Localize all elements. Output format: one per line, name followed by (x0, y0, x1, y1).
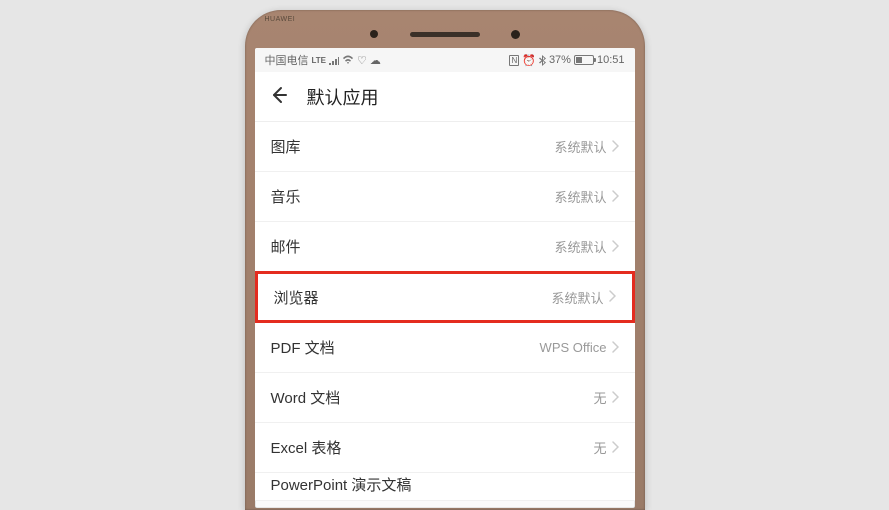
chevron-right-icon (611, 189, 619, 205)
list-item[interactable]: 图库 系统默认 (255, 122, 635, 172)
item-label: PDF 文档 (271, 337, 335, 358)
clock: 10:51 (597, 54, 625, 66)
alarm-icon: ⏰ (522, 54, 536, 67)
wifi-icon (342, 55, 354, 65)
item-value: 系统默认 (554, 187, 606, 206)
item-value-wrap: 系统默认 (554, 137, 618, 156)
item-value-wrap: 无 (593, 438, 618, 457)
item-value-wrap: 系统默认 (554, 187, 618, 206)
item-label: 图库 (271, 136, 301, 157)
chevron-right-icon (608, 289, 616, 305)
item-value: 无 (593, 388, 606, 407)
battery-icon (574, 55, 594, 65)
back-button[interactable] (269, 85, 289, 109)
page-title: 默认应用 (307, 84, 379, 110)
item-value-wrap: 系统默认 (554, 237, 618, 256)
item-value: 系统默认 (551, 288, 603, 307)
item-value: 系统默认 (554, 137, 606, 156)
chevron-right-icon (611, 440, 619, 456)
list-item[interactable]: Word 文档 无 (255, 373, 635, 423)
chevron-right-icon (611, 340, 619, 356)
bluetooth-icon (539, 55, 546, 66)
settings-list: 图库系统默认音乐系统默认邮件系统默认浏览器系统默认PDF 文档WPS Offic… (255, 122, 635, 501)
list-item[interactable]: Excel 表格 无 (255, 423, 635, 473)
list-item[interactable]: 音乐 系统默认 (255, 172, 635, 222)
item-label: Excel 表格 (271, 437, 342, 458)
item-value-wrap: 系统默认 (551, 288, 615, 307)
item-value-wrap: WPS Office (540, 340, 619, 356)
list-item[interactable]: 邮件 系统默认 (255, 222, 635, 272)
item-label: 浏览器 (274, 287, 319, 308)
item-label: Word 文档 (271, 387, 341, 408)
signal-icon (329, 55, 339, 65)
battery-percent: 37% (549, 54, 571, 66)
nfc-icon: N (509, 55, 519, 66)
item-value: WPS Office (540, 340, 607, 355)
header: 默认应用 (255, 72, 635, 122)
chevron-right-icon (611, 390, 619, 406)
item-label: 邮件 (271, 236, 301, 257)
cloud-icon: ☁ (370, 54, 381, 67)
list-item[interactable]: PDF 文档 WPS Office (255, 323, 635, 373)
phone-top (255, 20, 635, 48)
screen: 中国电信 LTE ♡ ☁ N ⏰ 37% 10:51 (255, 48, 635, 508)
chevron-right-icon (611, 139, 619, 155)
carrier-label: 中国电信 (265, 52, 309, 68)
list-item[interactable]: PowerPoint 演示文稿 (255, 473, 635, 501)
item-value: 无 (593, 438, 606, 457)
chevron-right-icon (611, 239, 619, 255)
item-label: 音乐 (271, 186, 301, 207)
phone-frame: HUAWEI 中国电信 LTE ♡ ☁ N ⏰ (245, 10, 645, 510)
heart-icon: ♡ (357, 54, 367, 67)
list-item[interactable]: 浏览器 系统默认 (255, 271, 635, 323)
item-value: 系统默认 (554, 237, 606, 256)
status-bar: 中国电信 LTE ♡ ☁ N ⏰ 37% 10:51 (255, 48, 635, 72)
item-label: PowerPoint 演示文稿 (271, 474, 412, 495)
item-value-wrap: 无 (593, 388, 618, 407)
lte-icon: LTE (312, 56, 327, 65)
